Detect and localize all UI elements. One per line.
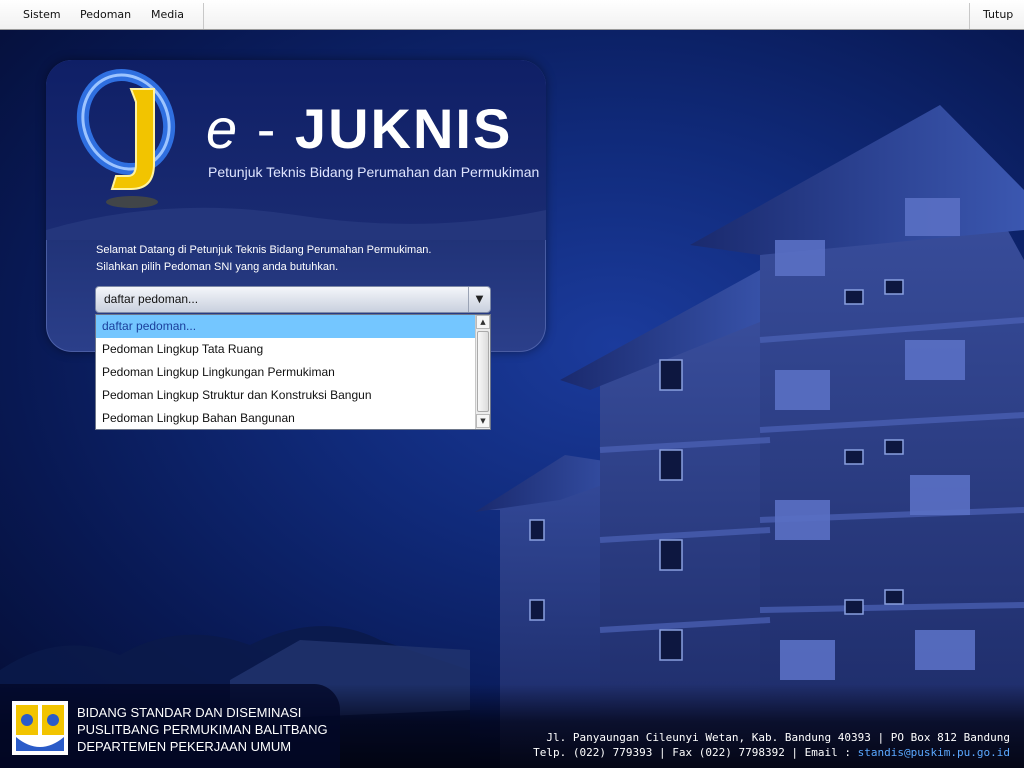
dropdown-options-list: daftar pedoman... Pedoman Lingkup Tata R… (95, 314, 491, 430)
menu-pedoman[interactable]: Pedoman (80, 0, 131, 29)
welcome-line-1: Selamat Datang di Petunjuk Teknis Bidang… (96, 244, 432, 256)
menu-sistem[interactable]: Sistem (23, 0, 61, 29)
menu-media[interactable]: Media (151, 0, 184, 29)
dropdown-selected-value: daftar pedoman... (104, 292, 199, 306)
menu-separator (969, 3, 970, 29)
email-link[interactable]: standis@puskim.pu.go.id (858, 746, 1010, 759)
pu-logo-icon (12, 701, 68, 755)
app-title-e: e (206, 97, 240, 160)
address-line-2: Telp. (022) 779393 | Fax (022) 7798392 |… (533, 745, 1010, 760)
app-tagline: Petunjuk Teknis Bidang Perumahan dan Per… (208, 164, 540, 180)
scroll-up-icon[interactable]: ▲ (476, 315, 490, 329)
scroll-down-icon[interactable]: ▼ (476, 414, 490, 428)
org-line-1: BIDANG STANDAR DAN DISEMINASI (77, 705, 302, 720)
menu-separator (203, 3, 204, 29)
pedoman-dropdown[interactable]: daftar pedoman... ▼ (95, 286, 491, 313)
dropdown-option[interactable]: Pedoman Lingkup Lingkungan Permukiman (96, 361, 476, 384)
org-line-3: DEPARTEMEN PEKERJAAN UMUM (77, 739, 292, 754)
organization-name: BIDANG STANDAR DAN DISEMINASI PUSLITBANG… (77, 704, 328, 755)
app-title-juknis: JUKNIS (294, 97, 513, 160)
welcome-line-2: Silahkan pilih Pedoman SNI yang anda but… (96, 261, 339, 273)
dropdown-option[interactable]: Pedoman Lingkup Tata Ruang (96, 338, 476, 361)
app-title-dash: - (239, 97, 295, 160)
dropdown-option[interactable]: daftar pedoman... (96, 315, 476, 338)
welcome-text: Selamat Datang di Petunjuk Teknis Bidang… (96, 242, 431, 276)
scrollbar-thumb[interactable] (477, 331, 489, 412)
ej-logo-icon (76, 69, 176, 208)
dropdown-option[interactable]: Pedoman Lingkup Struktur dan Konstruksi … (96, 384, 476, 407)
contact-address: Jl. Panyaungan Cileunyi Wetan, Kab. Band… (533, 730, 1010, 760)
menu-bar: Sistem Pedoman Media Tutup (0, 0, 1024, 30)
chevron-down-icon[interactable]: ▼ (468, 287, 490, 312)
dropdown-scrollbar[interactable]: ▲ ▼ (475, 315, 490, 429)
app-title: e - JUKNIS (206, 96, 512, 161)
dropdown-option[interactable]: Pedoman Lingkup Bahan Bangunan (96, 407, 476, 430)
menu-tutup[interactable]: Tutup (983, 0, 1013, 29)
phone-fax-text: Telp. (022) 779393 | Fax (022) 7798392 |… (533, 746, 858, 759)
address-line-1: Jl. Panyaungan Cileunyi Wetan, Kab. Band… (546, 731, 1010, 744)
org-line-2: PUSLITBANG PERMUKIMAN BALITBANG (77, 722, 328, 737)
